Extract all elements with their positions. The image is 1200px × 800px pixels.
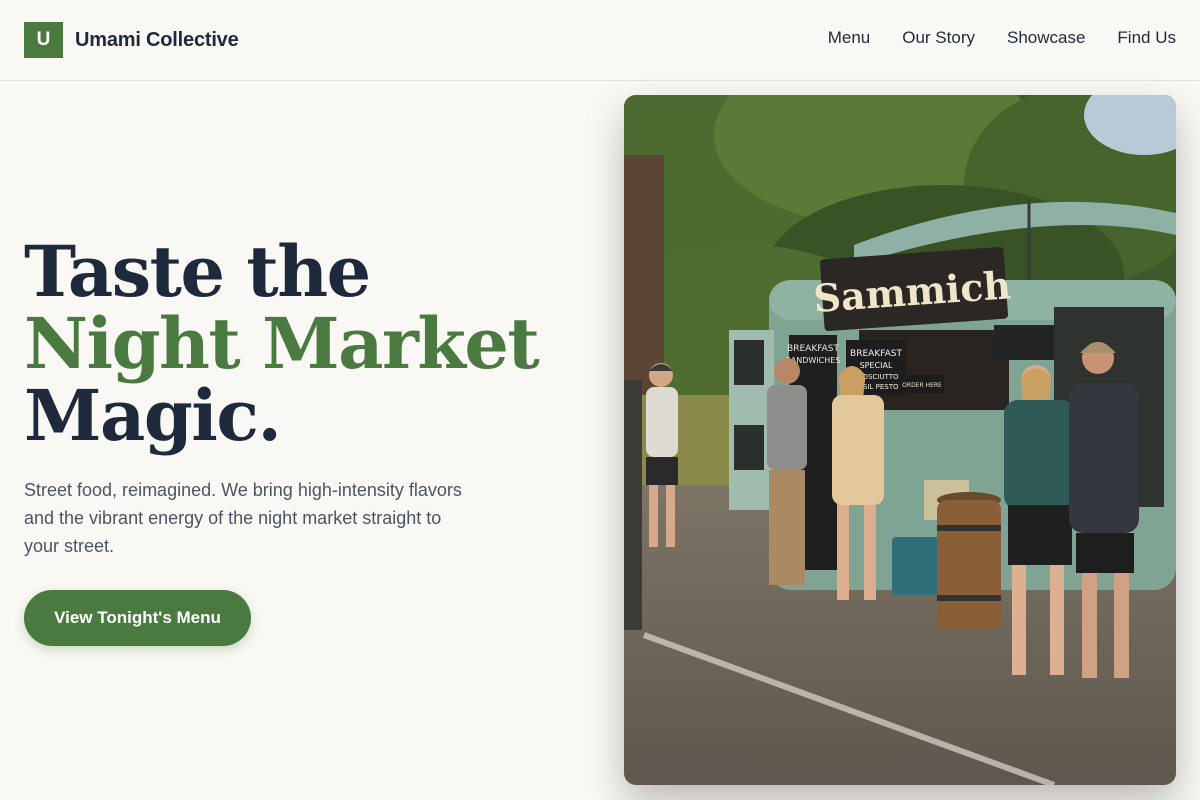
- nav-link-our-story[interactable]: Our Story: [902, 28, 975, 48]
- order-sign-text: ORDER HERE: [902, 382, 942, 389]
- board-left-line-1: BREAKFAST: [787, 344, 839, 354]
- headline-line-1: Taste the: [24, 230, 371, 313]
- nav-link-showcase[interactable]: Showcase: [1007, 28, 1085, 48]
- site-header: U Umami Collective Menu Our Story Showca…: [0, 0, 1200, 81]
- headline-line-2: Night Market: [24, 302, 540, 385]
- brand-logo[interactable]: U Umami Collective: [24, 22, 239, 58]
- headline-line-3: Magic.: [24, 374, 282, 457]
- board-right-line-2: SPECIAL: [860, 361, 893, 370]
- main-nav: Menu Our Story Showcase Find Us: [828, 28, 1176, 48]
- brand-mark-icon: U: [24, 22, 63, 58]
- hero-photo: Sammich BREAKFAST SANDWICHES BREAKFAST S…: [624, 95, 1176, 785]
- hero-headline: Taste the Night Market Magic.: [24, 230, 540, 457]
- nav-link-find-us[interactable]: Find Us: [1117, 28, 1176, 48]
- brand-name: Umami Collective: [75, 28, 239, 51]
- view-menu-button[interactable]: View Tonight's Menu: [24, 590, 251, 646]
- nav-link-menu[interactable]: Menu: [828, 28, 871, 48]
- hero-subcopy: Street food, reimagined. We bring high-i…: [24, 480, 462, 556]
- board-right-line-1: BREAKFAST: [850, 349, 902, 359]
- food-truck-illustration: Sammich BREAKFAST SANDWICHES BREAKFAST S…: [624, 95, 1176, 785]
